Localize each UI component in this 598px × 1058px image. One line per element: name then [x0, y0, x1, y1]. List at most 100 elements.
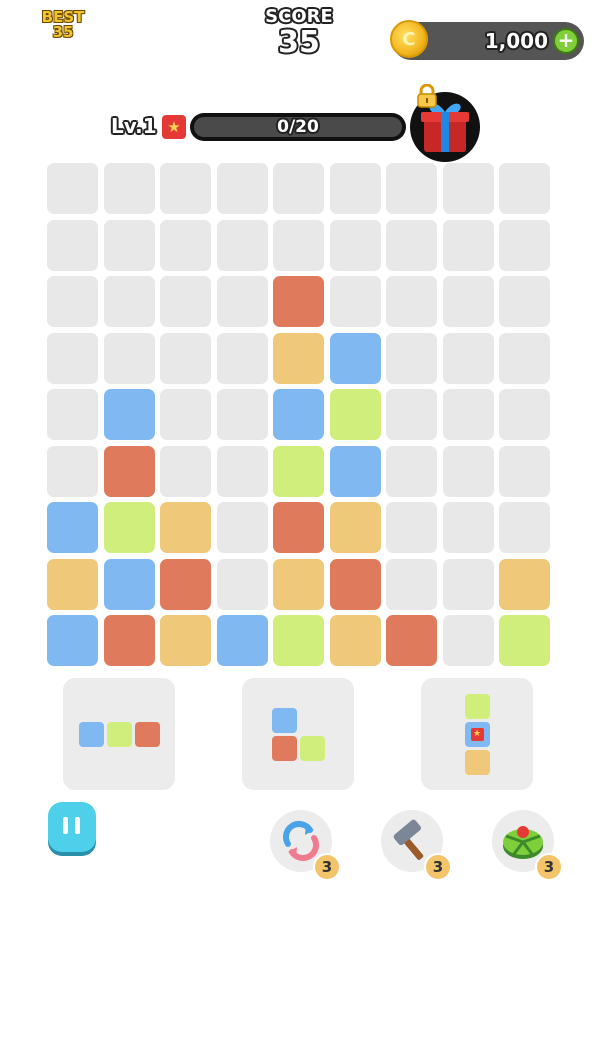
empty-cell[interactable]	[103, 332, 155, 384]
empty-cell[interactable]	[386, 219, 437, 271]
block-cell[interactable]	[47, 615, 98, 666]
block-cell[interactable]	[386, 615, 437, 666]
block-cell[interactable]	[329, 502, 381, 553]
empty-cell[interactable]	[386, 445, 437, 497]
empty-cell[interactable]	[160, 389, 211, 440]
piece-block: ★	[464, 721, 490, 747]
block-cell[interactable]	[103, 389, 155, 440]
empty-cell[interactable]	[329, 163, 381, 214]
bomb-count: 3	[535, 853, 563, 881]
block-cell[interactable]	[160, 615, 211, 666]
empty-cell[interactable]	[386, 276, 437, 327]
empty-cell[interactable]	[216, 219, 268, 271]
block-cell[interactable]	[47, 502, 98, 553]
empty-cell[interactable]	[47, 332, 98, 384]
empty-cell[interactable]	[499, 445, 550, 497]
block-cell[interactable]	[216, 615, 268, 666]
piece-block	[106, 721, 132, 747]
hammer-count: 3	[424, 853, 452, 881]
piece-block	[134, 721, 160, 747]
piece-block	[464, 693, 490, 719]
empty-cell[interactable]	[216, 558, 268, 610]
empty-cell[interactable]	[386, 502, 437, 553]
empty-cell[interactable]	[216, 445, 268, 497]
piece-tray-1[interactable]	[63, 678, 175, 790]
empty-cell[interactable]	[442, 163, 494, 214]
empty-cell[interactable]	[499, 276, 550, 327]
empty-cell[interactable]	[442, 502, 494, 553]
empty-cell[interactable]	[160, 163, 211, 214]
empty-cell[interactable]	[47, 389, 98, 440]
block-cell[interactable]	[499, 558, 550, 610]
empty-cell[interactable]	[216, 276, 268, 327]
empty-cell[interactable]	[47, 219, 98, 271]
empty-cell[interactable]	[216, 332, 268, 384]
empty-cell[interactable]	[442, 558, 494, 610]
empty-cell[interactable]	[499, 389, 550, 440]
empty-cell[interactable]	[160, 276, 211, 327]
empty-cell[interactable]	[273, 219, 324, 271]
block-cell[interactable]	[103, 558, 155, 610]
empty-cell[interactable]	[386, 163, 437, 214]
empty-cell[interactable]	[329, 276, 381, 327]
empty-cell[interactable]	[442, 276, 494, 327]
block-cell[interactable]	[329, 615, 381, 666]
block-cell[interactable]	[160, 558, 211, 610]
bomb-tool-button[interactable]: 3	[492, 810, 563, 881]
block-cell[interactable]	[273, 332, 324, 384]
empty-cell[interactable]	[499, 219, 550, 271]
block-cell[interactable]	[499, 615, 550, 666]
pause-button[interactable]	[48, 802, 96, 852]
empty-cell[interactable]	[216, 163, 268, 214]
empty-cell[interactable]	[103, 219, 155, 271]
block-cell[interactable]	[273, 389, 324, 440]
piece-tray-3[interactable]: ★	[421, 678, 533, 790]
block-cell[interactable]	[160, 502, 211, 553]
block-cell[interactable]	[273, 558, 324, 610]
empty-cell[interactable]	[386, 558, 437, 610]
empty-cell[interactable]	[160, 219, 211, 271]
block-cell[interactable]	[103, 615, 155, 666]
add-coins-button[interactable]: +	[553, 28, 579, 54]
block-cell[interactable]	[273, 276, 324, 327]
empty-cell[interactable]	[386, 332, 437, 384]
empty-cell[interactable]	[160, 332, 211, 384]
star-icon: ★	[470, 727, 484, 741]
empty-cell[interactable]	[216, 389, 268, 440]
empty-cell[interactable]	[386, 389, 437, 440]
block-cell[interactable]	[329, 445, 381, 497]
block-cell[interactable]	[103, 445, 155, 497]
empty-cell[interactable]	[442, 332, 494, 384]
empty-cell[interactable]	[160, 445, 211, 497]
block-cell[interactable]	[329, 389, 381, 440]
empty-cell[interactable]	[499, 332, 550, 384]
block-cell[interactable]	[47, 558, 98, 610]
empty-cell[interactable]	[47, 276, 98, 327]
empty-cell[interactable]	[273, 163, 324, 214]
pause-icon	[63, 817, 68, 834]
empty-cell[interactable]	[442, 445, 494, 497]
shuffle-count: 3	[313, 853, 341, 881]
empty-cell[interactable]	[442, 389, 494, 440]
hammer-tool-button[interactable]: 3	[381, 810, 452, 881]
block-cell[interactable]	[273, 502, 324, 553]
empty-cell[interactable]	[499, 502, 550, 553]
block-cell[interactable]	[329, 332, 381, 384]
empty-cell[interactable]	[442, 219, 494, 271]
coin-icon: C	[390, 20, 428, 58]
empty-cell[interactable]	[47, 163, 98, 214]
best-score: BEST 35	[40, 10, 86, 40]
shuffle-tool-button[interactable]: 3	[270, 810, 341, 881]
empty-cell[interactable]	[216, 502, 268, 553]
empty-cell[interactable]	[103, 163, 155, 214]
empty-cell[interactable]	[499, 163, 550, 214]
block-cell[interactable]	[329, 558, 381, 610]
empty-cell[interactable]	[47, 445, 98, 497]
block-cell[interactable]	[273, 445, 324, 497]
empty-cell[interactable]	[442, 615, 494, 666]
empty-cell[interactable]	[103, 276, 155, 327]
piece-tray-2[interactable]	[242, 678, 354, 790]
empty-cell[interactable]	[329, 219, 381, 271]
block-cell[interactable]	[273, 615, 324, 666]
block-cell[interactable]	[103, 502, 155, 553]
